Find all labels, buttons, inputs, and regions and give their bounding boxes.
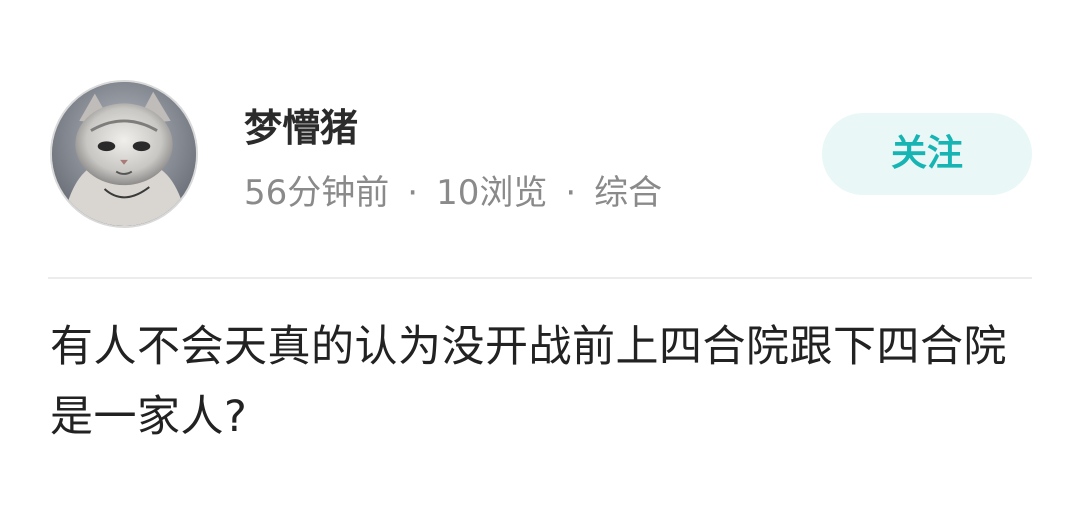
- cat-avatar-icon: [52, 82, 196, 226]
- divider: [48, 277, 1032, 279]
- view-count: 10浏览: [436, 173, 548, 213]
- post-header: 梦懵猪 56分钟前 · 10浏览 · 综合 关注: [0, 0, 1080, 278]
- author-name[interactable]: 梦懵猪: [244, 104, 358, 152]
- follow-button[interactable]: 关注: [822, 113, 1032, 195]
- meta-separator: ·: [565, 173, 577, 213]
- meta-separator: ·: [407, 173, 419, 213]
- avatar[interactable]: [50, 80, 198, 228]
- post-category[interactable]: 综合: [594, 173, 662, 213]
- post-text: 有人不会天真的认为没开战前上四合院跟下四合院是一家人?: [50, 322, 1007, 442]
- post-time: 56分钟前: [244, 173, 390, 213]
- post-meta: 56分钟前 · 10浏览 · 综合: [244, 170, 662, 216]
